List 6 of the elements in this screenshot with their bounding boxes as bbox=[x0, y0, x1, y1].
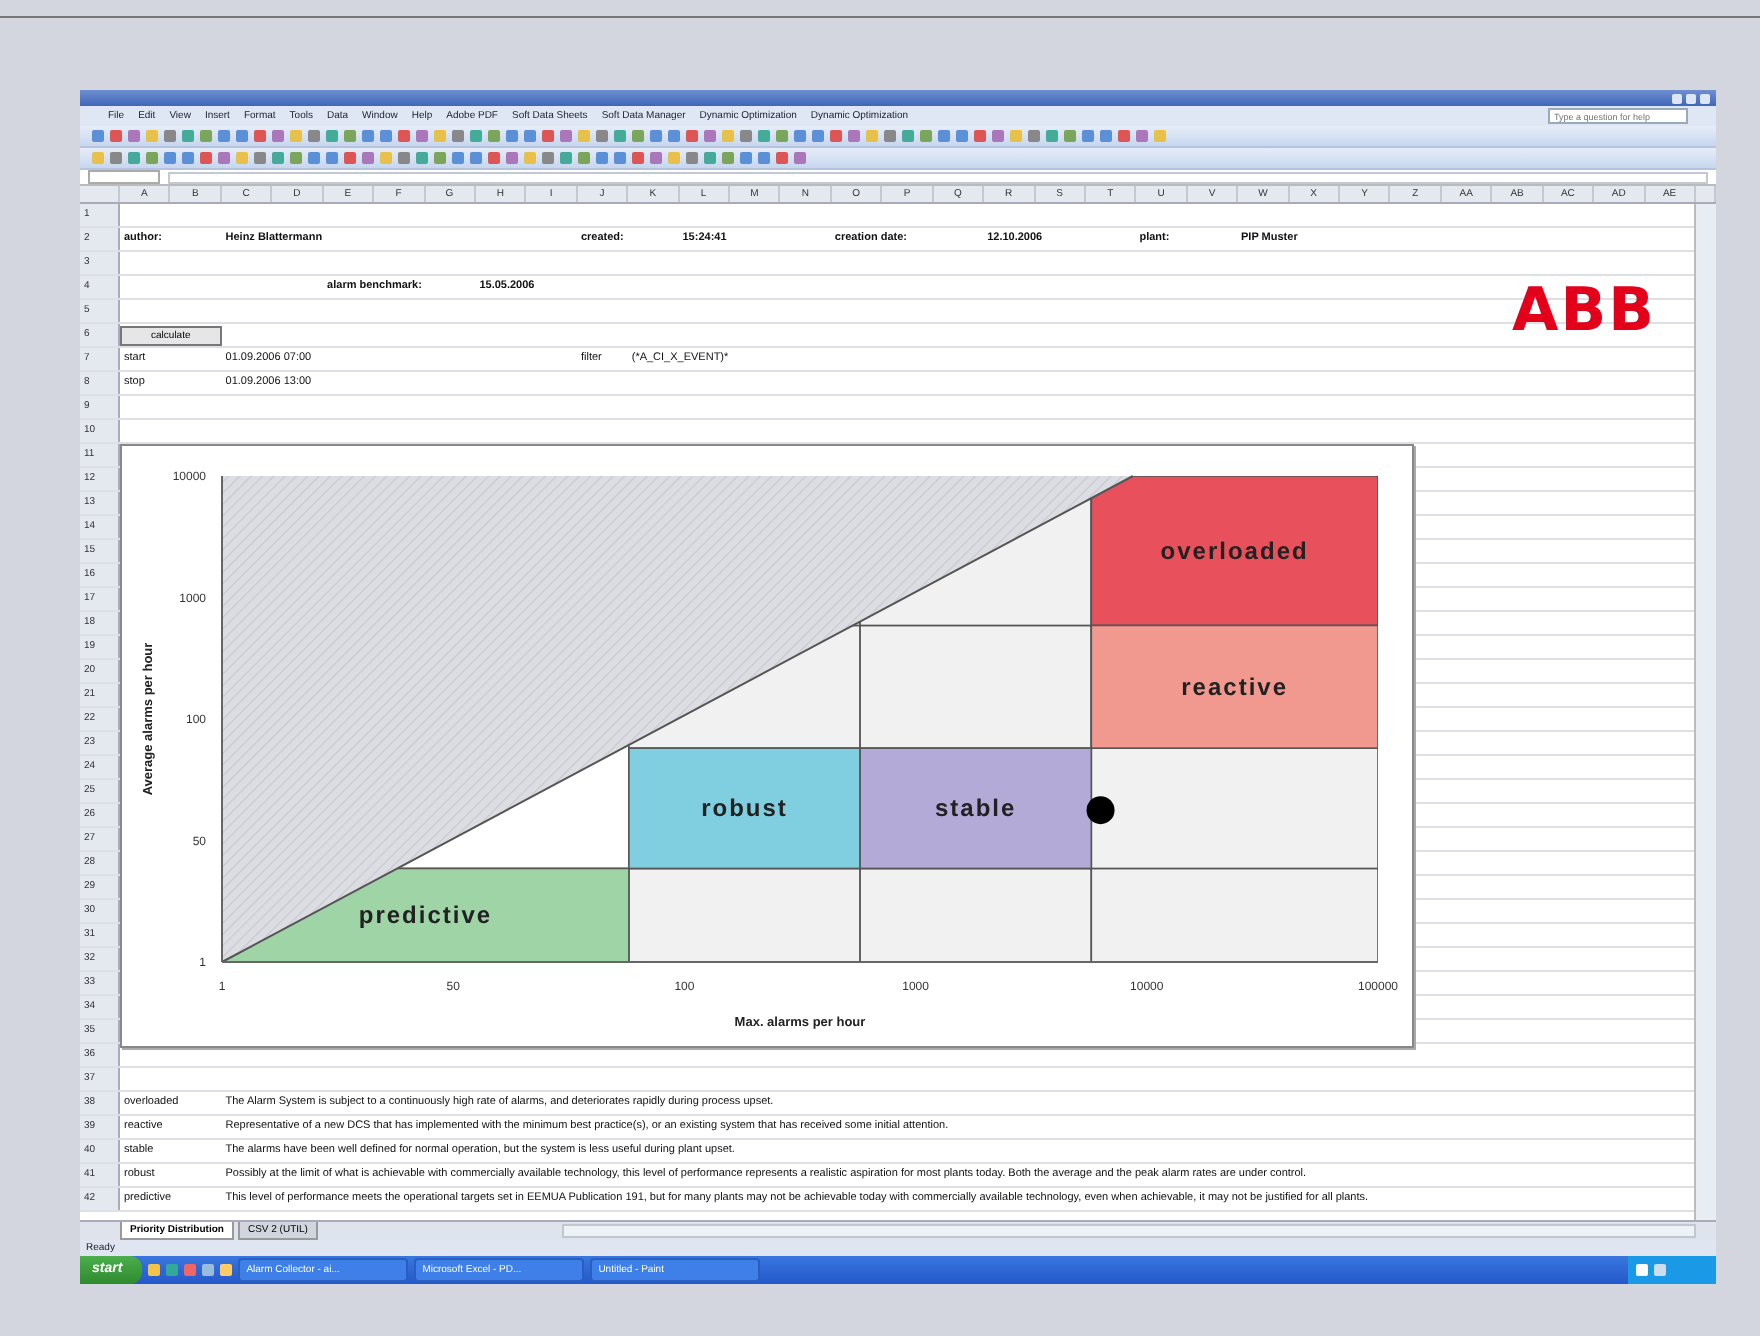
zone-label: predictive bbox=[358, 901, 493, 930]
zone-label: stable bbox=[935, 794, 1017, 823]
zone-label: overloaded bbox=[1160, 536, 1309, 565]
zone-label: robust bbox=[701, 794, 788, 823]
logo: ABB bbox=[1512, 280, 1656, 344]
zone-label: reactive bbox=[1181, 672, 1289, 701]
